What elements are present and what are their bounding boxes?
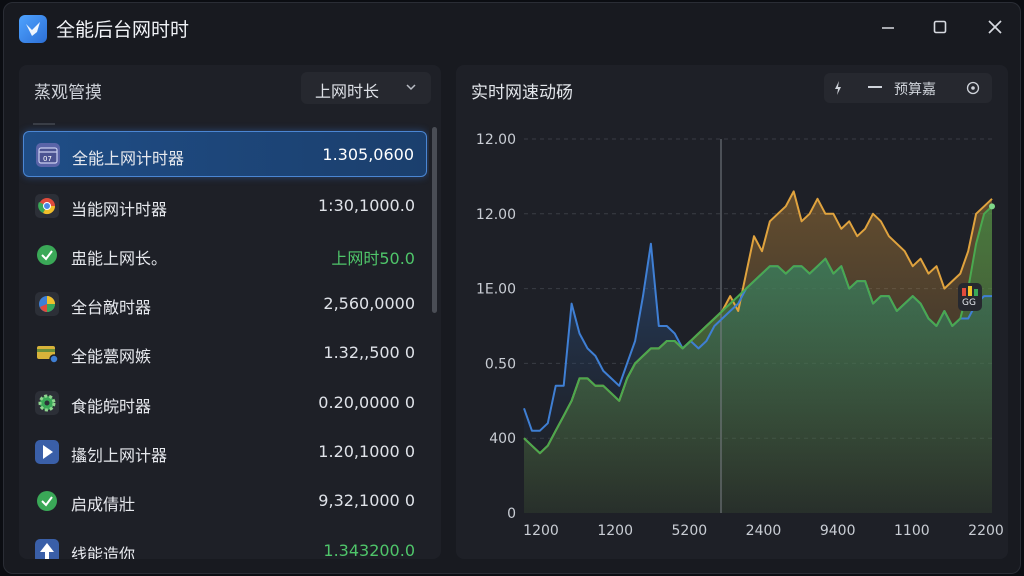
metric-dropdown[interactable]: 上网时长: [301, 72, 431, 104]
list-item-value: 0.20,0000 0: [318, 393, 415, 412]
list-item[interactable]: 全台敵时器 2,560,0000: [23, 281, 427, 327]
chart-mode-button[interactable]: 预算嘉: [894, 79, 936, 99]
play-icon: [35, 440, 59, 464]
list-item[interactable]: 线能造你 1.343200.0: [23, 528, 427, 559]
close-button[interactable]: [980, 13, 1010, 41]
x-tick-label: 1200: [523, 523, 559, 539]
check-circle-icon: [35, 243, 59, 267]
list-item-value: 1.32,,500 0: [323, 343, 415, 362]
svg-text:07: 07: [43, 155, 52, 163]
chrome-icon: [35, 194, 59, 218]
list-item[interactable]: 启成倩壯 9,32,1000 0: [23, 478, 427, 524]
x-tick-label: 2200: [968, 523, 1004, 539]
check-circle-icon: [35, 489, 59, 513]
list-item[interactable]: 食能皖时器 0.20,0000 0: [23, 380, 427, 426]
speed-line-chart: 12.00 12.00 1E.00 0.50 400 0 1200 1200 5200 2400 9…: [476, 132, 1004, 539]
list-item[interactable]: 当能网计时器 1:30,1000.0: [23, 183, 427, 229]
list-item-partial: [33, 123, 55, 125]
window-title: 全能后台网时时: [56, 19, 190, 41]
x-tick-label: 1200: [597, 523, 633, 539]
series-end-point: [989, 203, 995, 210]
list-item-value: 上网时50.0: [331, 249, 415, 268]
dropdown-value: 上网时长: [315, 82, 380, 101]
timer-list[interactable]: 07 全能上网计时器 1.305,0600 当能网计时器 1:30,1000.0…: [19, 111, 429, 559]
list-item-label: 全台敵时器: [71, 298, 152, 317]
chart-title: 实时网速动砀: [471, 83, 573, 103]
list-item[interactable]: 攭刉上网计器 1.20,1000 0: [23, 429, 427, 475]
list-item-label: 攭刉上网计器: [71, 446, 168, 465]
upload-icon: [35, 539, 59, 559]
minus-icon[interactable]: [868, 86, 882, 88]
title-bar: 全能后台网时时: [4, 3, 1020, 53]
pie-icon: [35, 292, 59, 316]
list-item-value: 1:30,1000.0: [318, 196, 415, 215]
list-item-value: 2,560,0000: [323, 294, 415, 313]
y-tick-label: 0: [507, 506, 516, 522]
x-tick-label: 5200: [672, 523, 708, 539]
chart-toolbar: 预算嘉: [824, 73, 992, 103]
timer-list-panel: 蒸观管摸 上网时长 07 全能上网计时器 1.305,0600 当能网计时器 1…: [19, 65, 441, 559]
list-item-label: 线能造你: [71, 545, 136, 559]
list-item[interactable]: 全能甍网嫉 1.32,,500 0: [23, 330, 427, 376]
y-tick-label: 1E.00: [476, 282, 516, 298]
list-item-label: 全能上网计时器: [72, 149, 185, 168]
gear-icon: [35, 391, 59, 415]
list-item-value: 1.343200.0: [323, 541, 415, 559]
list-item-label: 全能甍网嫉: [71, 347, 152, 366]
chevron-down-icon: [406, 84, 416, 91]
target-icon[interactable]: [966, 81, 980, 95]
list-item-label: 当能网计时器: [71, 200, 168, 219]
app-window: 全能后台网时时 蒸观管摸 上网时长 07 全能上网计时器 1.305,0600: [3, 2, 1021, 574]
minimize-button[interactable]: [873, 13, 903, 41]
speed-chart-panel: 12.00 12.00 1E.00 0.50 400 0 1200 1200 5200 2400 9…: [456, 65, 1008, 559]
calendar-icon: 07: [36, 143, 60, 167]
y-tick-label: 400: [489, 431, 516, 447]
card-icon: [35, 341, 59, 365]
x-tick-label: 1100: [894, 523, 930, 539]
y-tick-label: 0.50: [485, 356, 516, 372]
lightning-icon[interactable]: [832, 79, 844, 97]
series-marker-badge[interactable]: GG: [958, 283, 982, 311]
list-item-value: 1.305,0600: [322, 145, 414, 164]
list-item-value: 9,32,1000 0: [318, 491, 415, 510]
list-item[interactable]: 盅能上网长。 上网时50.0: [23, 232, 427, 278]
list-scrollbar[interactable]: [432, 127, 437, 313]
list-item-label: 食能皖时器: [71, 397, 152, 416]
y-tick-label: 12.00: [476, 132, 516, 148]
maximize-button[interactable]: [925, 13, 955, 41]
app-logo-icon: [19, 15, 47, 43]
list-item-selected[interactable]: 07 全能上网计时器 1.305,0600: [23, 131, 427, 177]
y-tick-label: 12.00: [476, 207, 516, 223]
panel-title: 蒸观管摸: [34, 83, 102, 103]
x-tick-label: 9400: [820, 523, 856, 539]
list-item-label: 启成倩壯: [71, 495, 136, 514]
x-tick-label: 2400: [746, 523, 782, 539]
marker-badge-label: GG: [962, 298, 976, 308]
list-item-label: 盅能上网长。: [71, 249, 168, 268]
list-item-value: 1.20,1000 0: [318, 442, 415, 461]
bar-chart-icon: [962, 286, 978, 296]
